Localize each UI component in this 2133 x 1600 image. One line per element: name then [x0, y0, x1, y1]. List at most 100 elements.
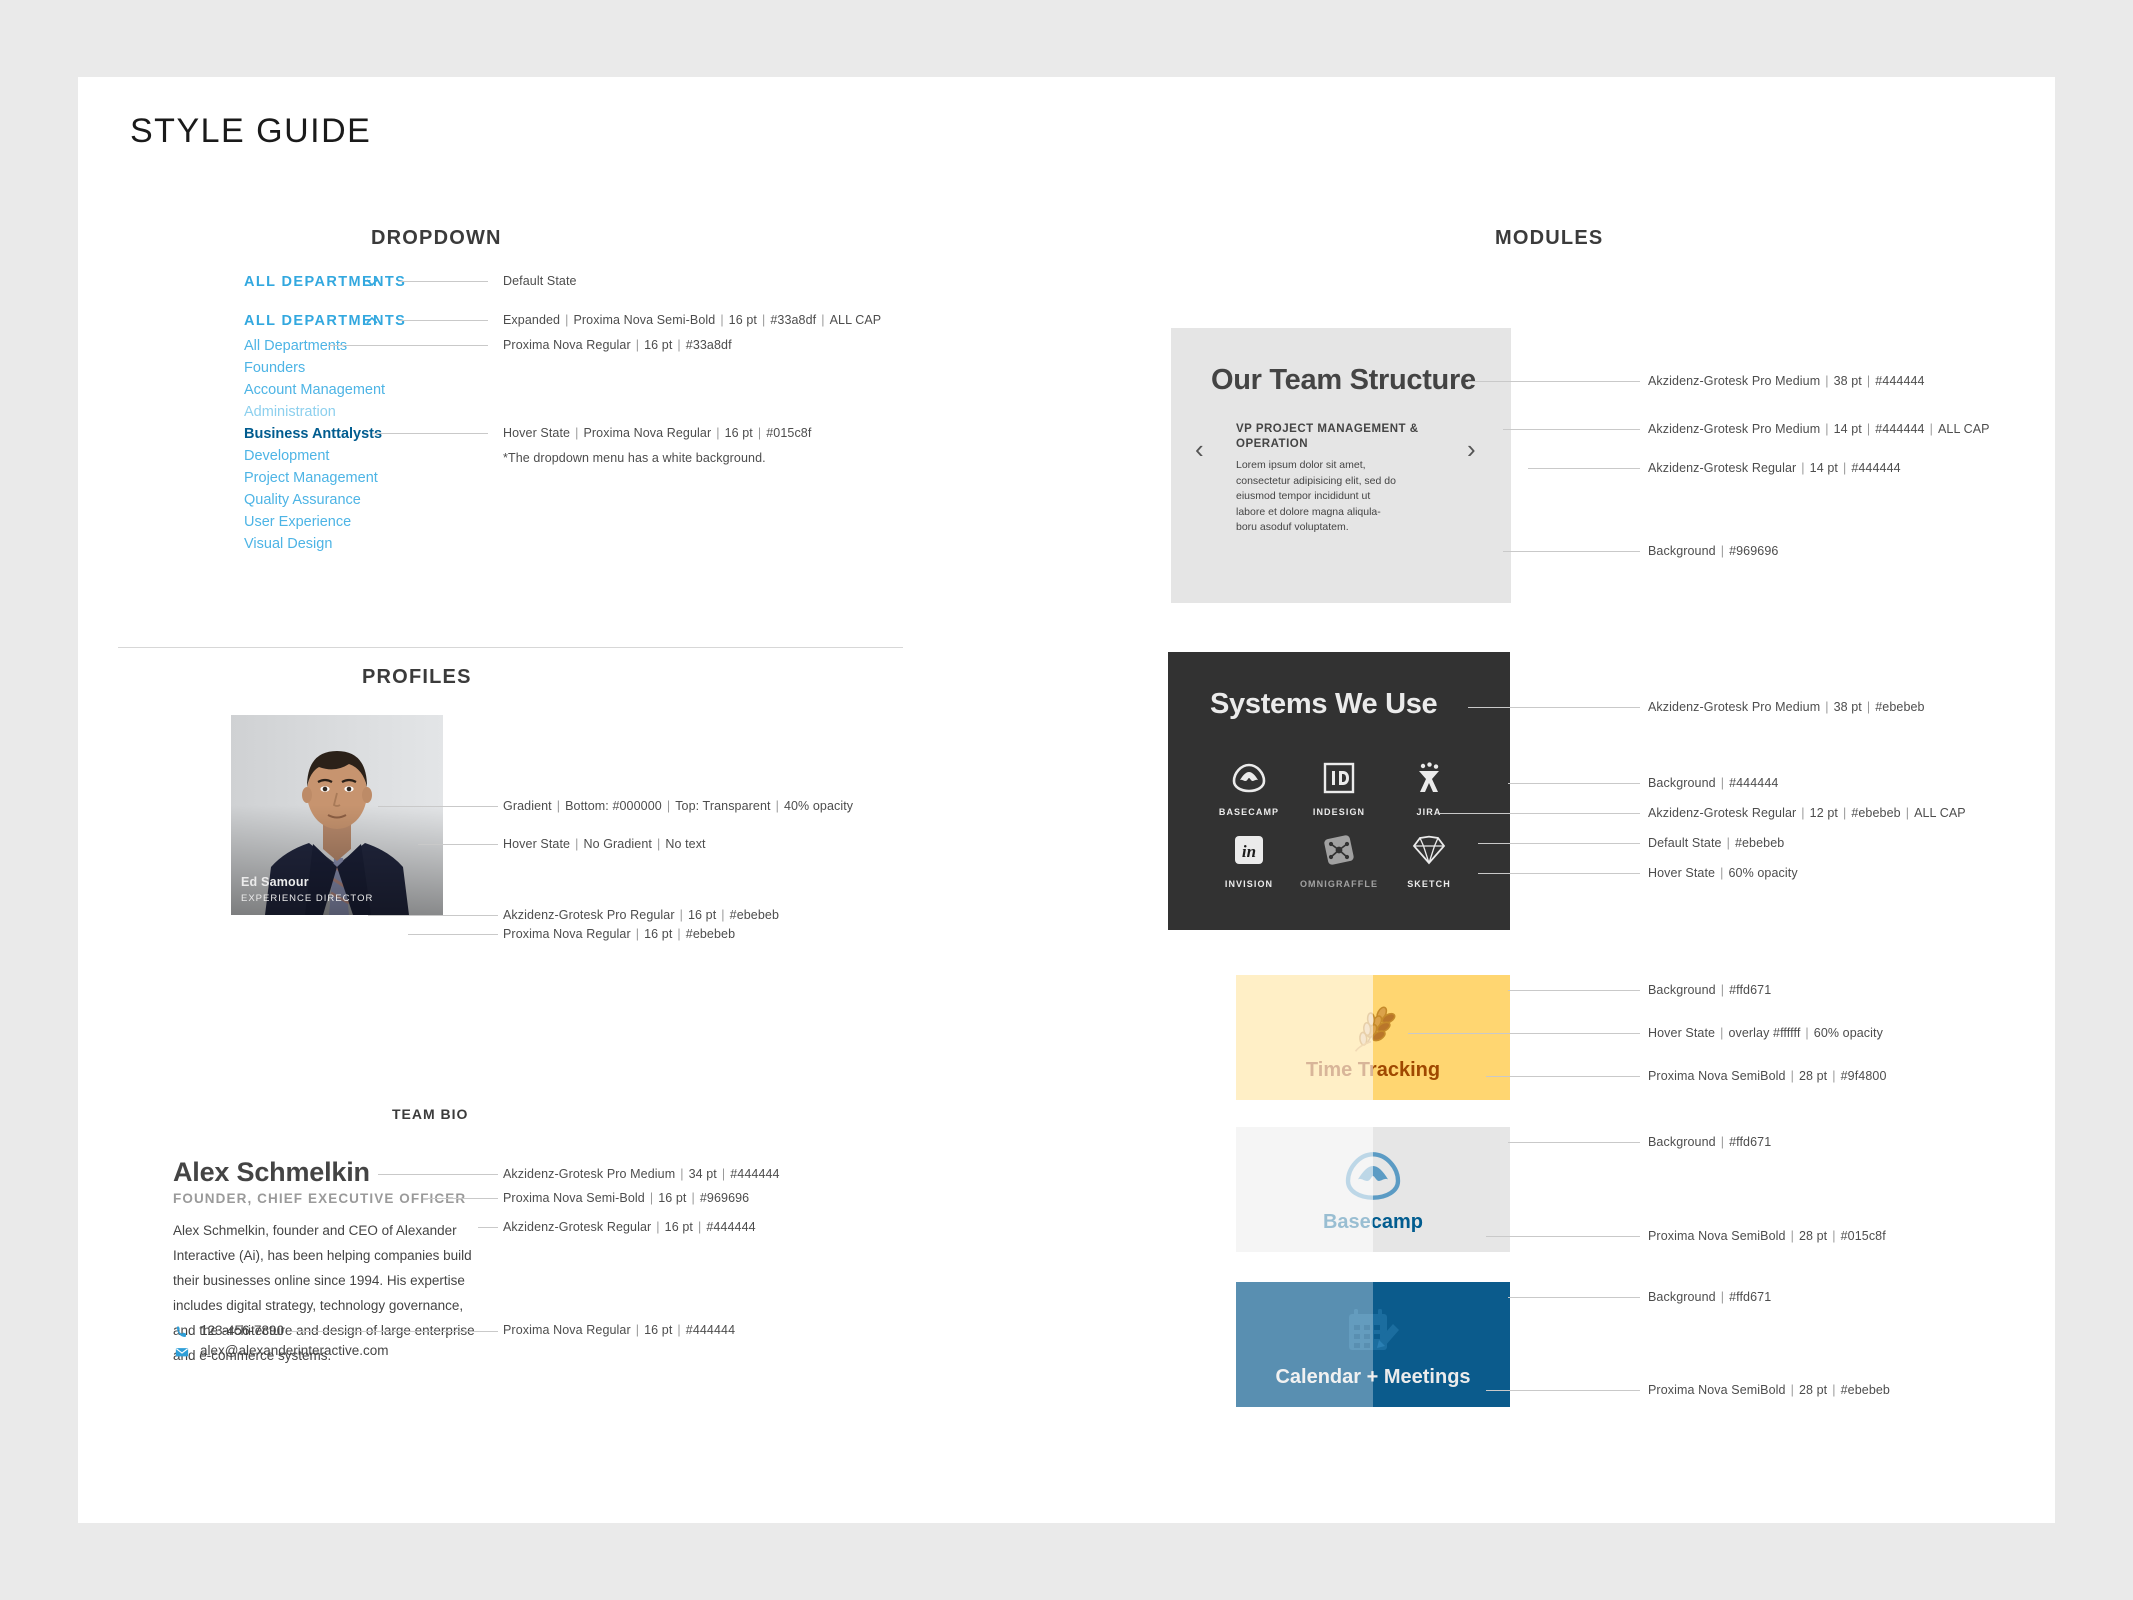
system-item-jira[interactable]: JIRA: [1386, 756, 1472, 817]
dropdown-item-founders[interactable]: Founders: [244, 360, 305, 376]
system-item-sketch[interactable]: SKETCH: [1386, 828, 1472, 889]
annotation-dropdown-item: Proxima Nova Regular | 16 pt | #33a8df: [503, 338, 732, 352]
dropdown-expanded-label[interactable]: ALL DEPARTMENTS: [244, 313, 406, 329]
anno-part: 14 pt: [1833, 422, 1862, 436]
anno-part: 16 pt: [687, 908, 717, 922]
annotation-bio-role: Proxima Nova Semi-Bold | 16 pt | #969696: [503, 1191, 750, 1205]
anno-part: #444444: [1851, 461, 1901, 475]
anno-part: #ffd671: [1729, 1135, 1772, 1149]
chevron-left-icon[interactable]: ‹: [1195, 436, 1204, 462]
leader-line: [1508, 990, 1640, 991]
anno-part: Top: Transparent: [675, 799, 771, 813]
anno-part: Akzidenz-Grotesk Pro Medium: [503, 1167, 676, 1181]
dropdown-item-all-departments[interactable]: All Departments: [244, 338, 347, 354]
anno-part: overlay #ffffff: [1728, 1026, 1801, 1040]
anno-part: 16 pt: [664, 1220, 693, 1234]
leader-line: [418, 844, 498, 845]
dropdown-item-account-management[interactable]: Account Management: [244, 382, 385, 398]
dropdown-item-development[interactable]: Development: [244, 448, 329, 464]
anno-part: 16 pt: [658, 1191, 687, 1205]
annotation-bio-body: Akzidenz-Grotesk Regular | 16 pt | #444444: [503, 1220, 756, 1234]
anno-part: #444444: [1729, 776, 1779, 790]
leader-line: [1503, 551, 1640, 552]
system-item-indesign[interactable]: INDESIGN: [1296, 756, 1382, 817]
dropdown-item-visual-design[interactable]: Visual Design: [244, 536, 332, 552]
bio-phone[interactable]: 123-456-7890: [200, 1323, 284, 1338]
dropdown-item-business-analysts[interactable]: Business Anttalysts: [244, 426, 382, 442]
annotation-tile1-text: Proxima Nova SemiBold | 28 pt | #9f4800: [1648, 1069, 1887, 1083]
dropdown-item-administration[interactable]: Administration: [244, 404, 336, 420]
anno-part: 14 pt: [1809, 461, 1838, 475]
dropdown-item-quality-assurance[interactable]: Quality Assurance: [244, 492, 361, 508]
tile-time-tracking[interactable]: Time Tracking: [1236, 975, 1510, 1100]
annotation-module-team-body: Akzidenz-Grotesk Regular | 14 pt | #444444: [1648, 461, 1901, 475]
anno-part: Hover State: [503, 837, 571, 851]
anno-part: Gradient: [503, 799, 552, 813]
chevron-up-icon[interactable]: [365, 314, 379, 328]
leader-line: [1468, 381, 1640, 382]
annotation-systems-hover: Hover State | 60% opacity: [1648, 866, 1798, 880]
anno-part: Background: [1648, 1290, 1716, 1304]
module-team-subheading: VP PROJECT MANAGEMENT & OPERATION: [1236, 423, 1419, 450]
section-divider: [118, 647, 903, 648]
anno-part: 16 pt: [644, 338, 673, 352]
anno-part: #ebebeb: [1875, 700, 1925, 714]
chevron-right-icon[interactable]: ›: [1467, 436, 1476, 462]
leader-line: [1508, 1142, 1640, 1143]
svg-text:in: in: [1242, 842, 1256, 861]
annotation-bio-contact: Proxima Nova Regular | 16 pt | #444444: [503, 1323, 736, 1337]
system-label: SKETCH: [1407, 879, 1451, 889]
anno-part: #969696: [699, 1191, 750, 1205]
anno-part: ALL CAP: [1937, 422, 1990, 436]
anno-part: Proxima Nova SemiBold: [1648, 1229, 1786, 1243]
anno-part: Proxima Nova SemiBold: [1648, 1383, 1786, 1397]
profile-photo-card[interactable]: Ed Samour EXPERIENCE DIRECTOR: [231, 715, 443, 915]
anno-part: Proxima Nova Regular: [503, 927, 631, 941]
module-team-heading: Our Team Structure: [1211, 364, 1476, 396]
system-item-basecamp[interactable]: BASECAMP: [1206, 756, 1292, 817]
anno-part: #444444: [1875, 422, 1925, 436]
anno-part: 28 pt: [1798, 1069, 1828, 1083]
leader-line: [288, 1331, 498, 1332]
annotation-tile3-bg: Background | #ffd671: [1648, 1290, 1772, 1304]
system-item-invision[interactable]: in INVISION: [1206, 828, 1292, 889]
anno-part: 28 pt: [1798, 1383, 1828, 1397]
leader-line: [398, 281, 488, 282]
module-systems-we-use[interactable]: Systems We Use BASECAMP INDESIGN JIRA in…: [1168, 652, 1510, 930]
module-team-structure[interactable]: Our Team Structure ‹ › VP PROJECT MANAGE…: [1171, 328, 1511, 603]
anno-part: #015c8f: [766, 426, 812, 440]
anno-part: Hover State: [1648, 866, 1716, 880]
anno-part: 16 pt: [644, 927, 673, 941]
leader-line: [1486, 1076, 1640, 1077]
leader-line: [398, 320, 488, 321]
system-label: JIRA: [1416, 807, 1442, 817]
dropdown-item-project-management[interactable]: Project Management: [244, 470, 378, 486]
anno-part: #ffd671: [1729, 983, 1772, 997]
omnigraffle-icon: [1296, 828, 1382, 872]
annotation-dropdown-expanded: Expanded | Proxima Nova Semi-Bold | 16 pt | #3…: [503, 313, 882, 327]
tile-basecamp[interactable]: Basecamp: [1236, 1127, 1510, 1252]
system-label: INDESIGN: [1312, 807, 1366, 817]
anno-part: #969696: [1729, 544, 1779, 558]
anno-part: #9f4800: [1840, 1069, 1887, 1083]
invision-icon: in: [1206, 828, 1292, 872]
module-systems-heading: Systems We Use: [1210, 688, 1438, 720]
anno-part: #444444: [730, 1167, 780, 1181]
leader-line: [1408, 1033, 1640, 1034]
anno-part: Proxima Nova Regular: [583, 426, 712, 440]
bio-email[interactable]: alex@alexanderinteractive.com: [200, 1343, 389, 1358]
dropdown-default-label[interactable]: ALL DEPARTMENTS: [244, 274, 406, 290]
leader-line: [478, 1227, 498, 1228]
tile-calendar-meetings[interactable]: Calendar + Meetings: [1236, 1282, 1510, 1407]
anno-part: 28 pt: [1798, 1229, 1828, 1243]
anno-part: #ebebeb: [685, 927, 736, 941]
system-item-omnigraffle[interactable]: OMNIGRAFFLE: [1296, 828, 1382, 889]
anno-part: ALL CAP: [1914, 806, 1966, 820]
anno-part: Background: [1648, 1135, 1716, 1149]
dropdown-item-user-experience[interactable]: User Experience: [244, 514, 351, 530]
anno-part: #ffd671: [1729, 1290, 1772, 1304]
anno-part: 34 pt: [688, 1167, 717, 1181]
annotation-bio-name: Akzidenz-Grotesk Pro Medium | 34 pt | #44444…: [503, 1167, 780, 1181]
tile-hover-overlay: [1236, 975, 1373, 1100]
chevron-down-icon[interactable]: [365, 275, 379, 289]
